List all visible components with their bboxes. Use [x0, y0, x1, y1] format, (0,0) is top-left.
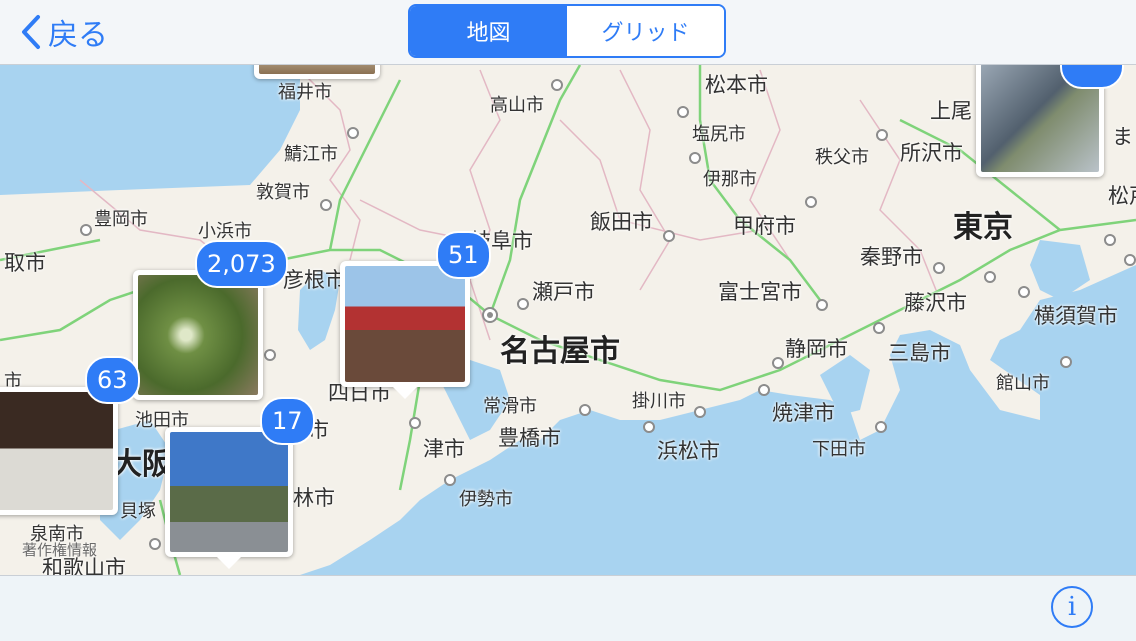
city-label: 瀬戸市: [532, 280, 595, 304]
photo-count-badge: 2,073: [195, 240, 288, 288]
city-label: 甲府市: [733, 214, 796, 238]
photo-thumbnail: [0, 392, 113, 510]
chevron-left-icon: [22, 15, 40, 49]
city-label: 豊橋市: [498, 426, 561, 450]
city-label: 塩尻市: [692, 124, 746, 145]
city-label: 秦野市: [860, 245, 923, 269]
photo-thumbnail: [138, 275, 258, 395]
city-label: 松戸: [1108, 184, 1136, 208]
city-label: 富士宮市: [718, 280, 802, 304]
photo-count-badge: 63: [85, 356, 140, 404]
city-label: 伊勢市: [459, 489, 513, 510]
cluster-pointer: [217, 557, 241, 569]
city-label: 掛川市: [632, 391, 686, 412]
photo-thumbnail: [259, 65, 375, 74]
city-label: 高山市: [490, 95, 544, 116]
photo-cluster[interactable]: [133, 270, 263, 400]
photo-cluster[interactable]: [340, 261, 470, 387]
photo-thumbnail: [345, 266, 465, 382]
city-label: 敦賀市: [256, 182, 310, 203]
city-label-major: 名古屋市: [500, 334, 620, 369]
city-label: 上尾: [930, 99, 972, 123]
city-label: 秩父市: [815, 147, 869, 168]
segment-map[interactable]: 地図: [410, 6, 567, 56]
view-segmented-control: 地図 グリッド: [408, 4, 726, 58]
map-credit-link[interactable]: 著作権情報: [22, 539, 97, 560]
photo-cluster[interactable]: [165, 427, 293, 557]
photo-count-badge: 17: [260, 397, 315, 445]
city-label: 林市: [293, 486, 335, 510]
city-label: 所沢市: [900, 141, 963, 165]
city-label: 豊岡市: [94, 209, 148, 230]
city-label: 静岡市: [785, 337, 848, 361]
city-label: 貝塚: [120, 501, 156, 522]
city-label: 藤沢市: [904, 291, 967, 315]
city-label-major: 大阪: [112, 447, 172, 482]
city-label: 鯖江市: [284, 144, 338, 165]
city-label: 飯田市: [590, 210, 653, 234]
back-button[interactable]: 戻る: [20, 10, 108, 54]
city-label: 三島市: [888, 341, 951, 365]
city-label: 常滑市: [483, 396, 537, 417]
city-label: 伊那市: [703, 169, 757, 190]
photo-cluster[interactable]: [254, 65, 380, 79]
photo-cluster[interactable]: [0, 387, 118, 515]
city-label: 取市: [4, 251, 46, 275]
photo-thumbnail: [170, 432, 288, 552]
cluster-pointer: [393, 387, 417, 399]
city-label: 津市: [423, 437, 465, 461]
city-label: 横須賀市: [1034, 304, 1118, 328]
segment-grid[interactable]: グリッド: [567, 6, 724, 56]
back-label: 戻る: [48, 18, 108, 53]
photo-count-badge: 51: [436, 231, 491, 279]
navigation-bar: 戻る 地図 グリッド: [0, 0, 1136, 65]
bottom-toolbar: i: [0, 575, 1136, 641]
city-label: 焼津市: [772, 401, 835, 425]
map-view[interactable]: 福井市 高山市 松本市 上尾 鯖江市 塩尻市 秩父市 所沢市 敦賀市 伊那市 松…: [0, 65, 1136, 575]
city-label: 下田市: [812, 439, 866, 460]
info-icon[interactable]: i: [1051, 586, 1093, 628]
city-label: 館山市: [996, 373, 1050, 394]
city-label: 浜松市: [657, 439, 720, 463]
city-label: ま: [1112, 125, 1133, 149]
city-label: 福井市: [278, 82, 332, 103]
city-label-capital: 東京: [953, 210, 1013, 245]
city-label: 彦根市: [283, 268, 346, 292]
city-label: 松本市: [705, 73, 768, 97]
